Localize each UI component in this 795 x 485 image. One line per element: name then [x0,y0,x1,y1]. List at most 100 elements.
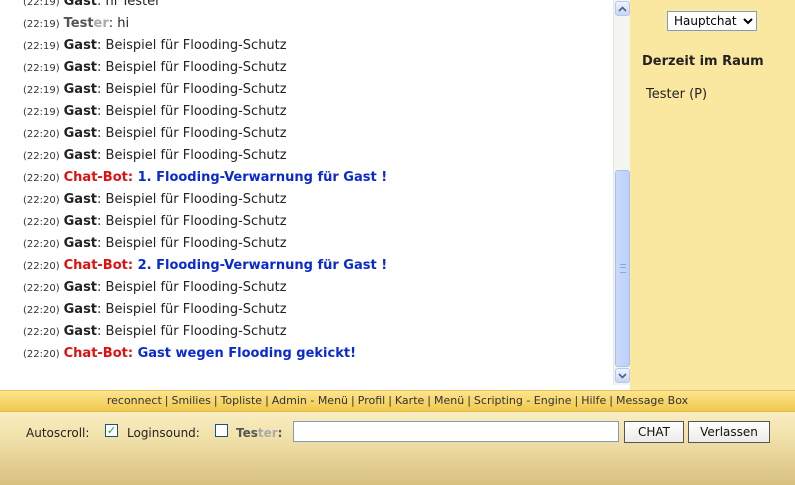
message-nick[interactable]: Gast [64,280,97,295]
menu-separator: | [609,394,613,407]
room-select[interactable]: Hauptchat [667,11,757,31]
message-nick[interactable]: Gast [64,324,97,339]
menu-link-reconnect[interactable]: reconnect [107,394,162,407]
message-time: (22:20) [23,129,60,140]
nick-separator: : [97,148,106,163]
loginsound-checkbox[interactable] [215,424,228,437]
menu-link-topliste[interactable]: Topliste [221,394,263,407]
message-input[interactable] [293,421,619,442]
message-nick[interactable]: Gast [64,302,97,317]
nick-separator: : [97,104,106,119]
message-nick[interactable]: Gast [64,104,97,119]
message-time: (22:19) [23,63,60,74]
message-nick[interactable]: Chat-Bot [64,170,128,185]
nick-separator: : [97,82,106,97]
message-text: 1. Flooding-Verwarnung für Gast ! [137,170,388,185]
nick-separator: : [97,324,106,339]
message-nick[interactable]: Tester [64,16,109,31]
nick-separator: : [127,346,138,361]
message-nick[interactable]: Chat-Bot [64,346,128,361]
menu-link-hilfe[interactable]: Hilfe [581,394,606,407]
nick-separator: : [127,170,138,185]
menu-link-karte[interactable]: Karte [395,394,424,407]
menu-link-admin-menü[interactable]: Admin - Menü [272,394,348,407]
scroll-down-button[interactable] [615,368,630,383]
message-time: (22:19) [23,107,60,118]
menu-link-profil[interactable]: Profil [358,394,385,407]
message-text: Beispiel für Flooding-Schutz [105,236,287,251]
menu-separator: | [265,394,269,407]
menu-separator: | [388,394,392,407]
nick-separator: : [97,192,106,207]
nick-separator: : [97,60,106,75]
menu-link-menü[interactable]: Menü [434,394,464,407]
autoscroll-label: Autoscroll: [26,426,90,440]
message-time: (22:20) [23,151,60,162]
chat-message: (22:20) Gast: Beispiel für Flooding-Schut… [23,299,387,321]
nickname-label: Tester: [236,426,282,440]
nickname-colon: : [277,426,283,440]
message-text: Gast wegen Flooding gekickt! [137,346,357,361]
chat-message: (22:20) Gast: Beispiel für Flooding-Schut… [23,233,387,255]
chat-scrollbar[interactable] [613,0,631,385]
message-time: (22:20) [23,261,60,272]
leave-button[interactable]: Verlassen [688,421,770,443]
chat-message: (22:20) Gast: Beispiel für Flooding-Schut… [23,145,387,167]
menu-link-message-box[interactable]: Message Box [616,394,688,407]
nick-separator: : [127,258,138,273]
menu-bar: reconnect | Smilies | Topliste | Admin - Menü |… [0,390,795,412]
scroll-thumb[interactable] [615,170,630,367]
chat-message: (22:20) Gast: Beispiel für Flooding-Schut… [23,321,387,343]
room-user-list: Tester (P) [646,86,707,104]
message-text: Beispiel für Flooding-Schutz [105,148,287,163]
message-time: (22:20) [23,349,60,360]
loginsound-label: Loginsound: [127,426,200,440]
message-text: Beispiel für Flooding-Schutz [105,214,287,229]
nick-separator: : [97,214,106,229]
message-nick[interactable]: Gast [64,38,97,53]
message-nick[interactable]: Gast [64,148,97,163]
message-time: (22:19) [23,19,60,30]
menu-separator: | [467,394,471,407]
message-nick[interactable]: Gast [64,0,97,9]
message-nick[interactable]: Gast [64,214,97,229]
room-user-item[interactable]: Tester (P) [646,86,707,104]
nickname-text: Tes [236,426,258,440]
nick-faded-part: er [93,16,109,31]
menu-link-smilies[interactable]: Smilies [171,394,210,407]
message-text: hi [117,16,130,31]
message-nick[interactable]: Gast [64,82,97,97]
bot-message: (22:20) Chat-Bot: 2. Flooding-Verwarnung … [23,255,387,277]
message-nick[interactable]: Gast [64,126,97,141]
message-nick[interactable]: Chat-Bot [64,258,128,273]
message-nick[interactable]: Gast [64,192,97,207]
message-nick[interactable]: Gast [64,236,97,251]
message-text: Beispiel für Flooding-Schutz [105,60,287,75]
nick-separator: : [97,236,106,251]
menu-link-scripting-engine[interactable]: Scripting - Engine [474,394,572,407]
checkmark-icon: ✓ [106,424,117,437]
chat-message: (22:19) Gast: Beispiel für Flooding-Schut… [23,35,387,57]
menu-separator: | [574,394,579,407]
chat-message: (22:20) Gast: Beispiel für Flooding-Schut… [23,189,387,211]
menu-separator: | [213,394,218,407]
chat-message: (22:19) Tester: hi [23,13,387,35]
message-text: hi Tester [105,0,161,9]
bot-message: (22:20) Chat-Bot: Gast wegen Flooding gek… [23,343,387,365]
bottom-panel: reconnect | Smilies | Topliste | Admin - Menü |… [0,390,795,485]
message-nick[interactable]: Gast [64,60,97,75]
nick-separator: : [97,280,106,295]
chat-message-panel: (22:19) Gast: hi Tester (22:19) Tester: hi (… [0,0,613,385]
input-controls: Autoscroll: ✓ Loginsound: Tester: CHAT V… [0,412,795,452]
room-users-title: Derzeit im Raum [642,54,764,69]
chat-message: (22:19) Gast: Beispiel für Flooding-Schut… [23,101,387,123]
autoscroll-checkbox[interactable]: ✓ [105,424,118,437]
message-time: (22:20) [23,217,60,228]
scroll-up-button[interactable] [615,1,630,16]
chat-send-button[interactable]: CHAT [624,421,684,443]
message-time: (22:20) [23,327,60,338]
chat-message: (22:20) Gast: Beispiel für Flooding-Schut… [23,123,387,145]
chat-message: (22:20) Gast: Beispiel für Flooding-Schut… [23,211,387,233]
message-text: 2. Flooding-Verwarnung für Gast ! [137,258,388,273]
arrow-down-icon [618,372,627,379]
